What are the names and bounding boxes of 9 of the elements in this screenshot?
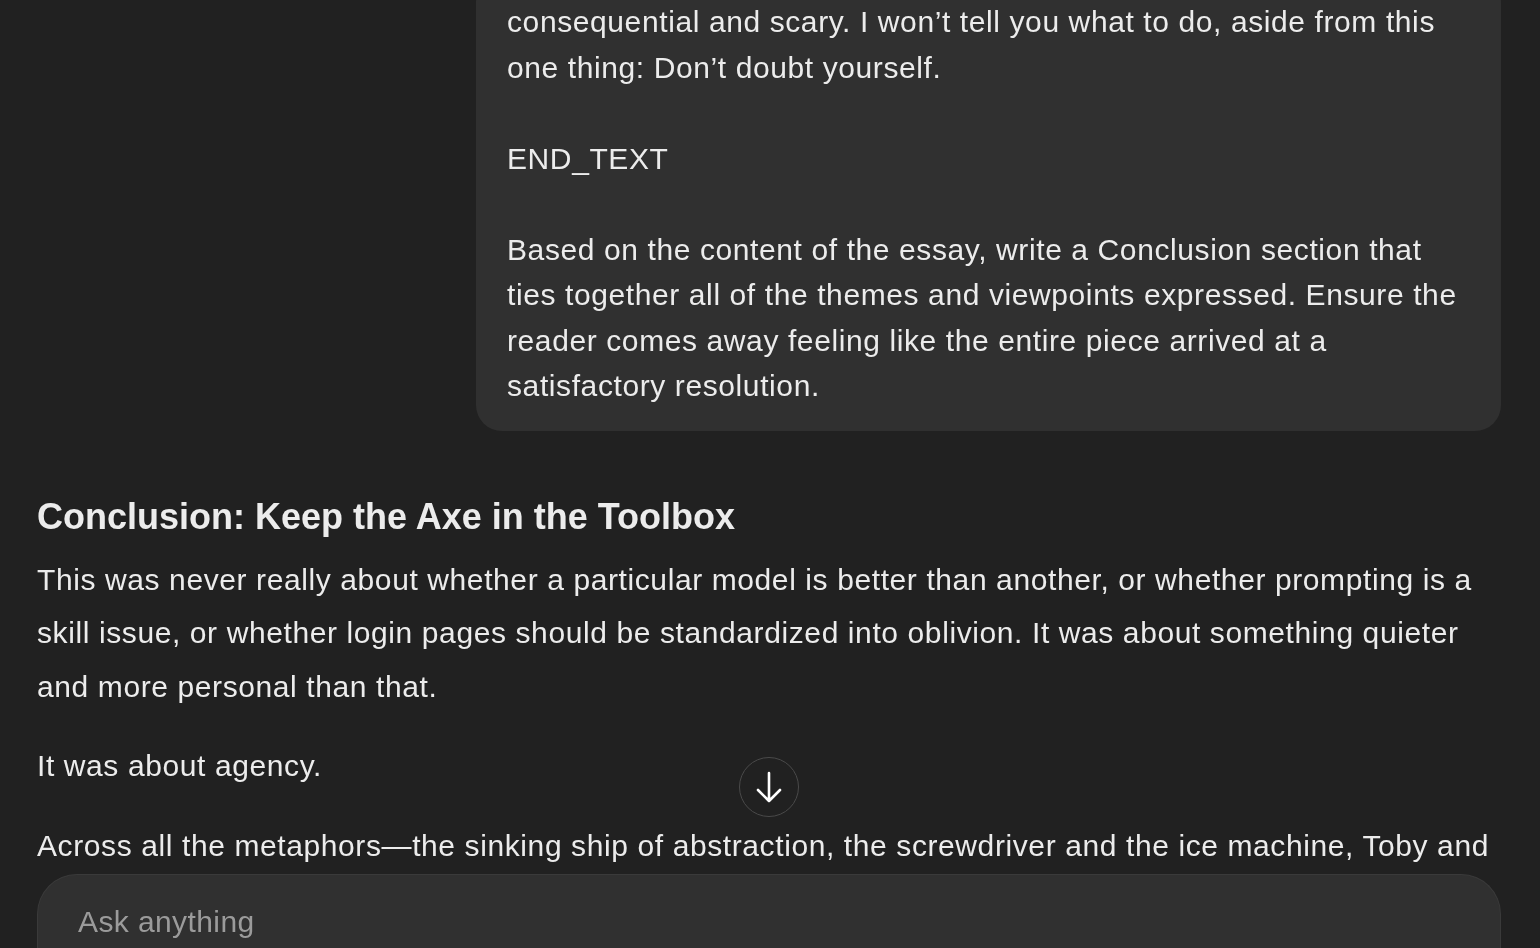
message-paragraph: Based on the content of the essay, write a Conclusion section that ties together all of the themes and viewpoints expressed. Ensure the reader comes away feeling like the entire piece arrived at a satisfactory resolution. xyxy=(507,231,1457,404)
down-arrow-icon xyxy=(755,771,783,803)
response-paragraph: Across all the metaphors—the sinking ship of abstraction, the screwdriver and the ice machine, Toby and xyxy=(37,827,1489,864)
response-paragraph: This was never really about whether a particular model is better than another, or whether prompting is a skill issue, or whether login pages should be standardized into oblivion. It was about something quieter and more personal than that. xyxy=(37,561,1472,705)
response-paragraph: It was about agency. xyxy=(37,748,322,784)
response-heading: Conclusion: Keep the Axe in the Toolbox xyxy=(37,494,736,539)
message-input-field[interactable]: Ask anything xyxy=(37,874,1501,948)
message-paragraph: consequential and scary. I won’t tell you what to do, aside from this one thing: Don’t doubt yourself. xyxy=(507,4,1435,86)
message-paragraph: END_TEXT xyxy=(507,140,669,177)
